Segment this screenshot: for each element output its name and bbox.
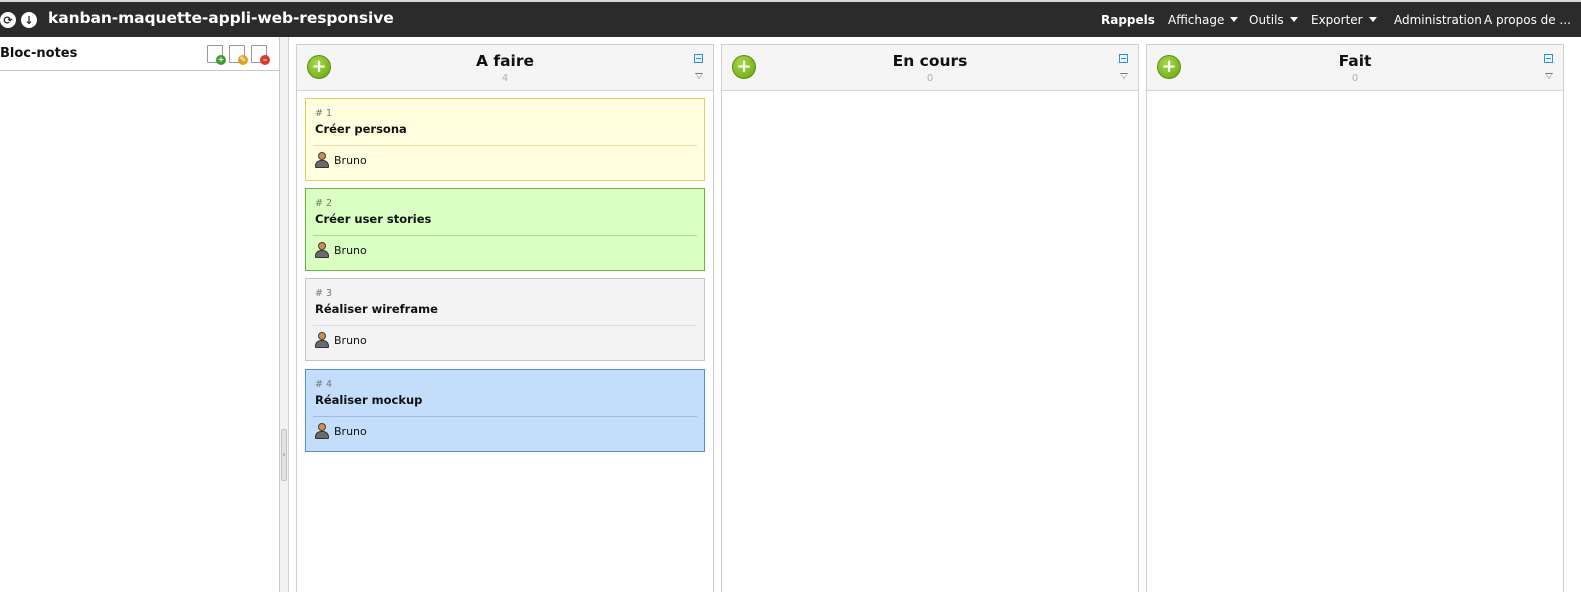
task-card[interactable]: # 4 Réaliser mockup Bruno bbox=[305, 369, 705, 452]
column-count: 0 bbox=[926, 73, 934, 84]
column-count: 4 bbox=[501, 73, 509, 84]
delete-note-icon[interactable]: – bbox=[251, 45, 270, 65]
collapse-column-icon[interactable] bbox=[1544, 54, 1553, 63]
user-icon bbox=[315, 423, 329, 439]
assignee-name: Bruno bbox=[334, 153, 367, 167]
card-assignee: Bruno bbox=[315, 332, 367, 348]
task-card[interactable]: # 1 Créer persona Bruno bbox=[305, 98, 705, 181]
column-title: Fait bbox=[1338, 52, 1372, 70]
notes-sidebar: Bloc-notes + ✎ – bbox=[0, 37, 280, 592]
column-menu-icon[interactable] bbox=[1545, 73, 1553, 79]
card-assignee: Bruno bbox=[315, 423, 367, 439]
card-number: # 1 bbox=[315, 108, 333, 119]
card-number: # 2 bbox=[315, 198, 333, 209]
column-count: 0 bbox=[1351, 73, 1359, 84]
sidebar-title: Bloc-notes bbox=[0, 46, 78, 61]
app-title: kanban-maquette-appli-web-responsive bbox=[48, 9, 394, 27]
task-card[interactable]: # 2 Créer user stories Bruno bbox=[305, 188, 705, 271]
menu-affichage-label: Affichage bbox=[1168, 12, 1225, 27]
assignee-name: Bruno bbox=[334, 243, 367, 257]
edit-note-icon[interactable]: ✎ bbox=[229, 45, 248, 65]
card-title: Créer user stories bbox=[315, 212, 432, 226]
column-header: + Fait 0 bbox=[1147, 45, 1563, 91]
user-icon bbox=[315, 332, 329, 348]
column-header: + A faire 4 bbox=[297, 45, 713, 91]
menu-outils[interactable]: Outils bbox=[1249, 2, 1298, 37]
card-number: # 3 bbox=[315, 288, 333, 299]
sidebar-splitter[interactable]: ‹ bbox=[280, 37, 289, 592]
card-divider bbox=[313, 145, 697, 146]
refresh-icon[interactable]: ⟳ bbox=[0, 12, 16, 28]
card-title: Créer persona bbox=[315, 122, 407, 136]
assignee-name: Bruno bbox=[334, 333, 367, 347]
menu-administration-label: Administration bbox=[1394, 12, 1482, 27]
menu-affichage[interactable]: Affichage bbox=[1168, 2, 1239, 37]
column-title: En cours bbox=[892, 52, 968, 70]
menu-a-propos[interactable]: A propos de ... bbox=[1484, 2, 1571, 37]
assignee-name: Bruno bbox=[334, 424, 367, 438]
menu-rappels-label: Rappels bbox=[1101, 12, 1155, 27]
card-divider bbox=[313, 325, 697, 326]
card-assignee: Bruno bbox=[315, 152, 367, 168]
new-note-icon[interactable]: + bbox=[207, 45, 226, 65]
card-divider bbox=[313, 235, 697, 236]
column-a-faire: + A faire 4 # 1 Créer persona Bruno # 2 … bbox=[296, 44, 714, 592]
card-title: Réaliser wireframe bbox=[315, 302, 438, 316]
chevron-down-icon bbox=[1368, 17, 1377, 22]
menu-outils-label: Outils bbox=[1249, 12, 1284, 27]
menu-a-propos-label: A propos de ... bbox=[1484, 12, 1571, 27]
card-assignee: Bruno bbox=[315, 242, 367, 258]
column-menu-icon[interactable] bbox=[695, 73, 703, 79]
card-divider bbox=[313, 416, 697, 417]
column-fait: + Fait 0 bbox=[1146, 44, 1564, 592]
download-icon[interactable]: ↓ bbox=[21, 12, 37, 28]
task-card[interactable]: # 3 Réaliser wireframe Bruno bbox=[305, 278, 705, 361]
column-en-cours: + En cours 0 bbox=[721, 44, 1139, 592]
menu-exporter-label: Exporter bbox=[1311, 12, 1363, 27]
user-icon bbox=[315, 242, 329, 258]
collapse-column-icon[interactable] bbox=[694, 54, 703, 63]
sidebar-header: Bloc-notes + ✎ – bbox=[0, 37, 279, 71]
menu-rappels[interactable]: Rappels bbox=[1101, 2, 1155, 37]
column-header: + En cours 0 bbox=[722, 45, 1138, 91]
menu-administration[interactable]: Administration bbox=[1394, 2, 1482, 37]
top-bar: ⟳ ↓ kanban-maquette-appli-web-responsive… bbox=[0, 0, 1581, 37]
column-menu-icon[interactable] bbox=[1120, 73, 1128, 79]
user-icon bbox=[315, 152, 329, 168]
chevron-down-icon bbox=[1289, 17, 1298, 22]
column-title: A faire bbox=[475, 52, 535, 70]
card-title: Réaliser mockup bbox=[315, 393, 423, 407]
collapse-column-icon[interactable] bbox=[1119, 54, 1128, 63]
collapse-handle-icon[interactable]: ‹ bbox=[281, 429, 287, 481]
menu-exporter[interactable]: Exporter bbox=[1311, 2, 1377, 37]
card-number: # 4 bbox=[315, 379, 333, 390]
chevron-down-icon bbox=[1230, 17, 1239, 22]
